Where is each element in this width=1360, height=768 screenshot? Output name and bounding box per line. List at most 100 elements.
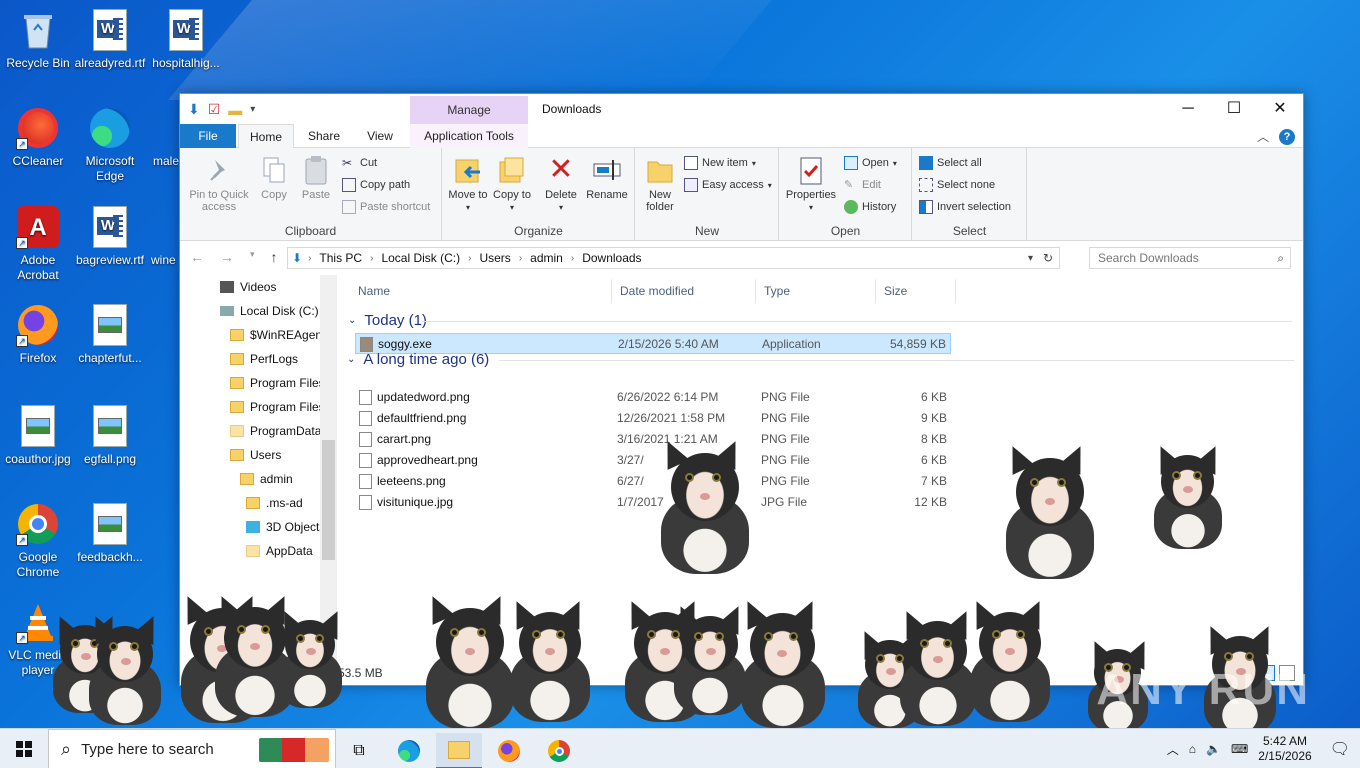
nav-item-users[interactable]: Users xyxy=(230,445,281,465)
maximize-icon[interactable]: ☐ xyxy=(1211,94,1257,124)
nav-item-appdata[interactable]: AppData xyxy=(246,541,313,561)
select-all-button[interactable]: Select all xyxy=(919,154,982,172)
desktop-icon-adobe-acrobat[interactable]: A ↗ Adobe Acrobat xyxy=(0,205,76,283)
desktop-icon-coauthor[interactable]: coauthor.jpg xyxy=(0,404,76,467)
open-button[interactable]: Open ▾ xyxy=(844,154,897,172)
minimize-icon[interactable]: ─ xyxy=(1165,94,1211,124)
paste-button[interactable]: Paste xyxy=(296,154,336,201)
breadcrumb-local-disk[interactable]: Local Disk (C:) xyxy=(381,251,460,265)
file-row[interactable]: defaultfriend.png 12/26/2021 1:58 PM PNG F… xyxy=(355,408,951,429)
desktop-icon-chapterfut[interactable]: chapterfut... xyxy=(72,303,148,366)
nav-item-program-files-x86[interactable]: Program Files xyxy=(230,397,325,417)
collapse-ribbon-icon[interactable]: ︿ xyxy=(1257,128,1269,145)
nav-item-videos[interactable]: Videos xyxy=(220,277,276,297)
file-row[interactable]: updatedword.png 6/26/2022 6:14 PM PNG File… xyxy=(355,387,951,408)
easy-access-button[interactable]: Easy access ▾ xyxy=(684,176,772,194)
properties-button[interactable]: Properties ▾ xyxy=(784,154,838,214)
chevron-right-icon[interactable]: › xyxy=(571,253,574,264)
notifications-icon[interactable]: 🗨 xyxy=(1330,739,1350,759)
nav-item-admin[interactable]: admin xyxy=(240,469,293,489)
up-arrow-icon[interactable]: ↑ xyxy=(271,249,278,265)
taskbar-file-explorer[interactable] xyxy=(436,733,482,768)
rename-button[interactable]: Rename xyxy=(585,154,629,201)
forward-arrow-icon[interactable]: → xyxy=(220,249,234,265)
chevron-right-icon[interactable]: › xyxy=(308,253,311,264)
desktop-icon-firefox[interactable]: ↗ Firefox xyxy=(0,303,76,366)
show-hidden-icons-icon[interactable]: ︿ xyxy=(1167,741,1179,758)
file-row[interactable]: carart.png 3/16/2021 1:21 AM PNG File 8 KB xyxy=(355,429,951,450)
copy-path-button[interactable]: Copy path xyxy=(342,176,410,194)
help-icon[interactable]: ? xyxy=(1279,128,1295,145)
select-none-button[interactable]: Select none xyxy=(919,176,995,194)
address-dropdown-icon[interactable]: ▾ xyxy=(1028,253,1033,264)
nav-item-local-disk[interactable]: Local Disk (C:) xyxy=(220,301,319,321)
tab-home[interactable]: Home xyxy=(238,124,294,148)
new-folder-icon[interactable]: ▬ xyxy=(228,102,242,118)
customize-toolbar-icon[interactable]: ▾ xyxy=(250,104,255,115)
down-arrow-icon[interactable]: ⬇ xyxy=(188,101,200,118)
desktop-icon-edge[interactable]: Microsoft Edge xyxy=(72,106,148,184)
nav-item-3d-objects[interactable]: 3D Objects xyxy=(246,517,325,537)
taskbar-edge[interactable] xyxy=(386,733,432,768)
volume-icon[interactable]: 🔈 xyxy=(1206,742,1221,756)
tab-view[interactable]: View xyxy=(354,124,406,148)
history-button[interactable]: History xyxy=(844,198,896,216)
edit-button[interactable]: ✎ Edit xyxy=(844,176,881,194)
desktop-icon-alreadyred[interactable]: W alreadyred.rtf xyxy=(72,8,148,71)
start-button[interactable] xyxy=(0,729,48,768)
desktop-icon-vlc[interactable]: ↗ VLC media player xyxy=(0,600,76,678)
breadcrumb-downloads[interactable]: Downloads xyxy=(582,251,641,265)
address-bar[interactable]: ⬇ › This PC › Local Disk (C:) › Users › … xyxy=(287,247,1060,269)
breadcrumb-admin[interactable]: admin xyxy=(530,251,563,265)
tab-share[interactable]: Share xyxy=(298,124,350,148)
desktop-icon-bagreview[interactable]: W bagreview.rtf xyxy=(72,205,148,268)
close-icon[interactable]: ✕ xyxy=(1257,94,1303,124)
file-row[interactable]: leeteens.png 6/27/PNG File 7 KB xyxy=(355,471,951,492)
delete-button[interactable]: ✕ Delete ▾ xyxy=(541,154,581,214)
refresh-icon[interactable]: ↻ xyxy=(1043,251,1053,265)
manage-contextual-tab[interactable]: Manage xyxy=(410,96,528,124)
desktop-icon-chrome[interactable]: ↗ Google Chrome xyxy=(0,502,76,580)
breadcrumb-users[interactable]: Users xyxy=(479,251,510,265)
pin-quick-access-button[interactable]: Pin to Quick access xyxy=(186,154,252,213)
new-folder-button[interactable]: New folder xyxy=(640,154,680,213)
title-bar[interactable]: ⬇ ☑ ▬ ▾ Manage Downloads ─ ☐ ✕ xyxy=(180,94,1303,124)
nav-item-program-files[interactable]: Program Files xyxy=(230,373,325,393)
desktop-icon-recycle-bin[interactable]: Recycle Bin xyxy=(0,8,76,71)
nav-scrollbar[interactable] xyxy=(320,275,337,687)
scrollbar-thumb[interactable] xyxy=(322,440,335,560)
taskbar-firefox[interactable] xyxy=(486,733,532,768)
network-icon[interactable]: ⌂ xyxy=(1189,742,1196,756)
chevron-right-icon[interactable]: › xyxy=(468,253,471,264)
tab-file[interactable]: File xyxy=(180,124,236,148)
nav-item-programdata[interactable]: ProgramData xyxy=(230,421,321,441)
desktop-icon-egfall[interactable]: egfall.png xyxy=(72,404,148,467)
nav-item-winreagent[interactable]: $WinREAgent xyxy=(230,325,325,345)
taskbar-search-input[interactable]: ⌕ Type here to search xyxy=(48,729,336,768)
breadcrumb-this-pc[interactable]: This PC xyxy=(319,251,362,265)
recent-chevron-icon[interactable]: ▾ xyxy=(250,249,255,265)
file-row[interactable]: visitunique.jpg 1/7/2017 JPG File 12 KB xyxy=(355,492,951,513)
search-input[interactable]: Search Downloads ⌕ xyxy=(1089,247,1291,269)
desktop-icon-ccleaner[interactable]: ↗ CCleaner xyxy=(0,106,76,169)
clock[interactable]: 5:42 AM 2/15/2026 xyxy=(1258,734,1311,764)
move-to-button[interactable]: Move to ▾ xyxy=(447,154,489,214)
nav-item-ms-ad[interactable]: .ms-ad xyxy=(246,493,303,513)
keyboard-icon[interactable]: ⌨ xyxy=(1231,742,1248,756)
cut-button[interactable]: ✂ Cut xyxy=(342,154,377,172)
properties-check-icon[interactable]: ☑ xyxy=(208,101,221,118)
navigation-pane[interactable]: Videos Local Disk (C:) $WinREAgent PerfL… xyxy=(180,275,337,687)
taskbar-chrome[interactable] xyxy=(536,733,582,768)
desktop-icon-feedbackh[interactable]: feedbackh... xyxy=(72,502,148,565)
file-row[interactable]: approvedheart.png 3/27/PNG File 6 KB xyxy=(355,450,951,471)
paste-shortcut-button[interactable]: Paste shortcut xyxy=(342,198,430,216)
invert-selection-button[interactable]: Invert selection xyxy=(919,198,1011,216)
chevron-right-icon[interactable]: › xyxy=(519,253,522,264)
copy-to-button[interactable]: Copy to ▾ xyxy=(491,154,533,214)
chevron-right-icon[interactable]: › xyxy=(370,253,373,264)
tab-application-tools[interactable]: Application Tools xyxy=(410,124,528,148)
group-header-long-ago[interactable]: ⌄ A long time ago (6) xyxy=(347,351,489,368)
nav-item-perflogs[interactable]: PerfLogs xyxy=(230,349,298,369)
copy-button[interactable]: Copy xyxy=(256,154,292,201)
new-item-button[interactable]: New item ▾ xyxy=(684,154,756,172)
